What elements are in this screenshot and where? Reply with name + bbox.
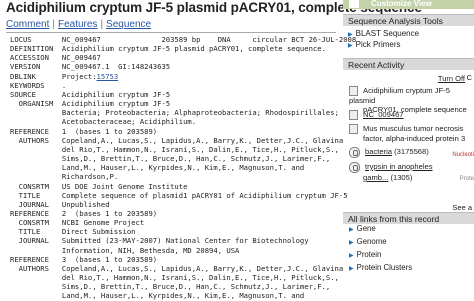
record-line: JOURNAL Unpublished (10, 199, 110, 209)
analysis-tools-list: ▶ BLAST Sequence ▶ Pick Primers (348, 29, 419, 51)
bullet-triangle-icon: ▶ (349, 253, 354, 259)
record-line: TITLE Direct Submission (10, 227, 136, 237)
bullet-triangle-icon: ▶ (348, 43, 353, 49)
recent-item[interactable]: NC_009467 (349, 110, 404, 120)
sequence-link[interactable]: Sequence (106, 19, 151, 30)
recent-item[interactable]: Mus musculus tumor necrosis factor, alph… (349, 124, 465, 143)
record-line: Acetobacteraceae; Acidiphilium. (10, 117, 197, 127)
bullet-triangle-icon: ▶ (348, 32, 353, 38)
document-icon (349, 124, 358, 134)
record-line: SOURCE Acidiphilium cryptum JF-5 (10, 89, 171, 99)
record-line-dblink: DBLINK Project:15753 (10, 71, 119, 81)
record-line: CONSRTM NCBI Genome Project (10, 218, 145, 228)
bullet-triangle-icon: ▶ (349, 266, 354, 272)
right-sidebar: Customize View Sequence Analysis Tools ▶… (343, 0, 474, 272)
record-line: JOURNAL Submitted (23-MAY-2007) National… (10, 236, 309, 246)
list-item[interactable]: ▶ Gene (349, 223, 412, 236)
project-link[interactable]: 15753 (97, 72, 119, 81)
record-line: TITLE Complete sequence of plasmid1 pACR… (10, 190, 348, 200)
divider (6, 32, 336, 33)
list-item[interactable]: ▶ Protein (349, 249, 412, 262)
record-line: Land,M., Hauser,L., Kyrpides,N., Kim,E.,… (10, 163, 305, 173)
database-tag: Nucleoti (452, 152, 474, 158)
list-item[interactable]: ▶ Pick Primers (348, 40, 419, 51)
search-icon (349, 147, 360, 158)
turn-off-link[interactable]: Turn Off (438, 74, 465, 83)
record-line: Sims,D., Brettin,T., Bruce,D., Han,C., S… (10, 154, 331, 164)
record-line: del Rio,T., Hammon,N., Israni,S., Dalin,… (10, 144, 339, 154)
all-links-list: ▶ Gene ▶ Genome ▶ Protein ▶ Protein Clusters (349, 223, 412, 275)
list-item[interactable]: ▶ BLAST Sequence (348, 29, 419, 40)
bullet-triangle-icon: ▶ (349, 240, 354, 246)
customize-view-bar[interactable]: Customize View (343, 0, 474, 9)
record-line: ORGANISM Acidiphilium cryptum JF-5 (10, 99, 171, 109)
document-icon (349, 110, 358, 120)
record-line: REFERENCE 2 (bases 1 to 203589) (10, 208, 158, 218)
record-line: AUTHORS Copeland,A., Lucas,S., Lapidus,A… (10, 263, 344, 273)
bullet-triangle-icon: ▶ (349, 227, 354, 233)
list-item[interactable]: ▶ Protein Clusters (349, 262, 412, 275)
record-line: REFERENCE 3 (bases 1 to 203589) (10, 254, 158, 264)
document-icon (349, 86, 358, 96)
see-all-link[interactable]: See a (452, 203, 472, 212)
record-line: del Rio,T., Hammon,N., Israni,S., Dalin,… (10, 273, 339, 283)
clear-link[interactable]: C (467, 73, 472, 82)
recent-activity-header[interactable]: Recent Activity (343, 58, 474, 70)
record-line: Sims,D., Brettin,T., Bruce,D., Han,C., S… (10, 282, 331, 292)
analysis-tools-header[interactable]: Sequence Analysis Tools (343, 14, 474, 26)
record-line: VERSION NC_009467.1 GI:148243635 (10, 62, 171, 72)
database-tag: Prote (459, 176, 474, 182)
list-item[interactable]: ▶ Genome (349, 236, 412, 249)
record-line: ACCESSION NC_009467 (10, 53, 101, 63)
comment-link[interactable]: Comment (6, 19, 49, 30)
record-line: Land,M., Hauser,L., Kyrpides,N., Kim,E.,… (10, 291, 305, 301)
record-line: Bacteria; Proteobacteria; Alphaproteobac… (10, 108, 339, 118)
record-nav-links: Comment | Features | Sequence (6, 19, 152, 30)
search-icon (349, 162, 360, 173)
record-line: LOCUS NC_009467 203589 bp DNA circular B… (10, 35, 357, 44)
recent-item[interactable]: trypsin in anopheles gamb... (1305) (349, 162, 433, 182)
record-line: DEFINITION Acidiphilium cryptum JF-5 pla… (10, 44, 326, 54)
record-line: KEYWORDS . (10, 80, 67, 90)
record-line: REFERENCE 1 (bases 1 to 203589) (10, 126, 158, 136)
record-line: Richardson,P. (10, 172, 119, 182)
recent-item[interactable]: bacteria (3175568) (349, 147, 429, 158)
record-line: AUTHORS Copeland,A., Lucas,S., Lapidus,A… (10, 135, 344, 145)
genbank-record: LOCUS NC_009467 203589 bp DNA circular B… (10, 35, 356, 301)
features-link[interactable]: Features (58, 19, 97, 30)
checkbox-icon (349, 0, 359, 8)
record-line: Information, NIH, Bethesda, MD 20894, US… (10, 245, 240, 255)
record-line: CONSRTM US DOE Joint Genome Institute (10, 181, 188, 191)
record-panel: Acidiphilium cryptum JF-5 plasmid pACRY0… (0, 0, 422, 300)
